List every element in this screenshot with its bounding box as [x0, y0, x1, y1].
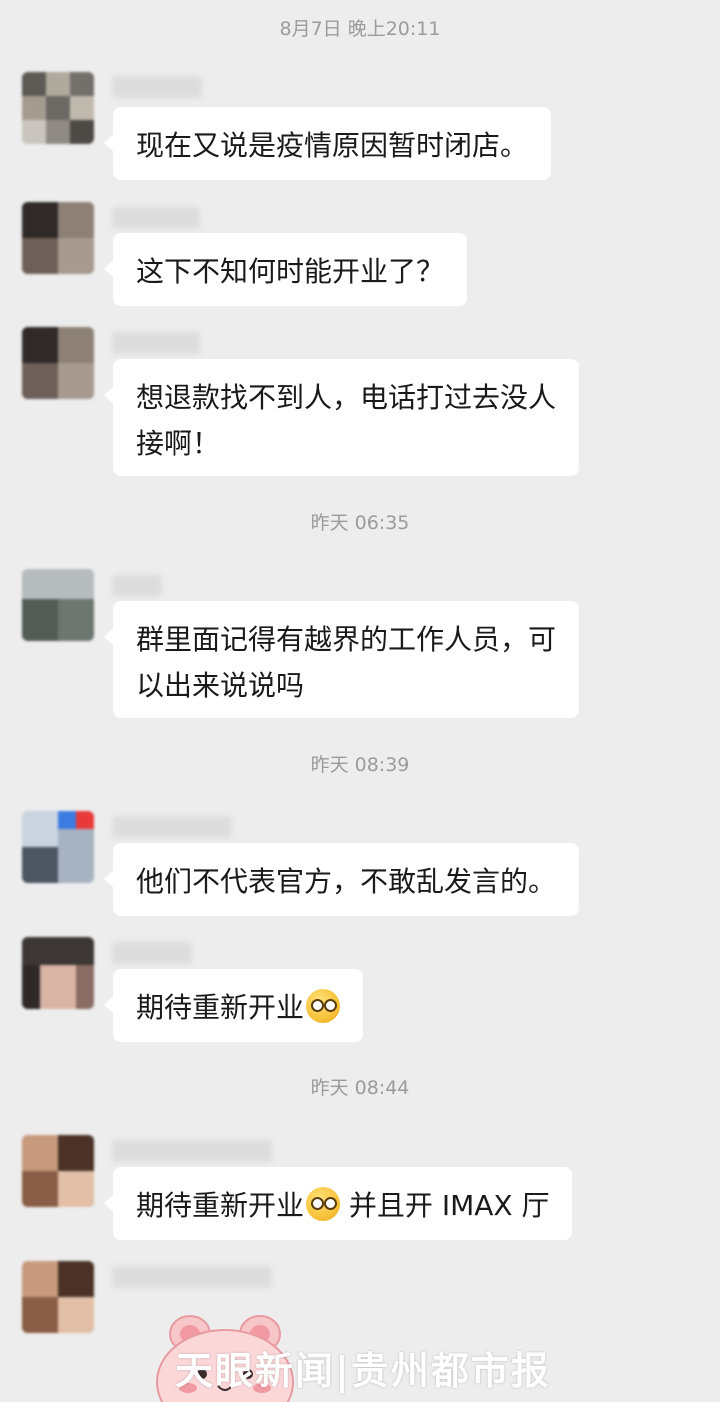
timestamp: 昨天 06:35	[310, 512, 410, 534]
message-bubble[interactable]: 期待重新开业 并且开 IMAX 厅	[103, 1167, 573, 1240]
message-text-line: 接啊！	[136, 427, 221, 460]
message-text: 这下不知何时能开业了？	[136, 255, 445, 288]
message-bubble[interactable]: 期待重新开业	[103, 969, 364, 1042]
avatar[interactable]	[22, 327, 94, 399]
sender-name-blurred	[112, 1266, 272, 1288]
message-text: 他们不代表官方，不敢乱发言的。	[136, 865, 557, 898]
avatar[interactable]	[22, 72, 94, 144]
sender-name-blurred	[112, 1140, 272, 1162]
news-watermark: 天眼新闻|贵州都市报	[175, 1348, 551, 1393]
avatar[interactable]	[22, 569, 94, 641]
timestamp: 8月7日 晚上20:11	[279, 18, 441, 40]
avatar[interactable]	[22, 811, 94, 883]
message-bubble[interactable]: 他们不代表官方，不敢乱发言的。	[103, 843, 580, 916]
grimace-emoji-icon	[306, 1187, 341, 1221]
sender-name-blurred	[112, 942, 192, 964]
timestamp: 昨天 08:39	[310, 754, 410, 776]
avatar[interactable]	[22, 1135, 94, 1207]
sender-name-blurred	[112, 332, 200, 354]
message-text-line: 以出来说说吗	[136, 669, 305, 702]
sender-name-blurred	[112, 575, 162, 597]
message-text-line: 想退款找不到人，电话打过去没人	[136, 381, 557, 414]
message-text-line: 群里面记得有越界的工作人员，可	[136, 623, 557, 656]
avatar[interactable]	[22, 937, 94, 1009]
sender-name-blurred	[112, 76, 202, 98]
chat-window: 8月7日 晚上20:11 现在又说是疫情原因暂时闭店。 这下不知何时能开业了？ …	[0, 0, 720, 1402]
message-text: 期待重新开业	[136, 991, 305, 1024]
avatar[interactable]	[22, 202, 94, 274]
message-bubble[interactable]: 想退款找不到人，电话打过去没人 接啊！	[103, 359, 580, 476]
message-bubble[interactable]: 现在又说是疫情原因暂时闭店。	[103, 107, 552, 180]
message-bubble[interactable]: 群里面记得有越界的工作人员，可 以出来说说吗	[103, 601, 580, 718]
avatar[interactable]	[22, 1261, 94, 1333]
message-text: 期待重新开业	[136, 1189, 305, 1222]
sender-name-blurred	[112, 207, 200, 229]
timestamp: 昨天 08:44	[310, 1077, 410, 1099]
message-text: 并且开 IMAX 厅	[340, 1189, 550, 1222]
message-bubble[interactable]: 这下不知何时能开业了？	[103, 233, 468, 306]
grimace-emoji-icon	[306, 989, 341, 1023]
sender-name-blurred	[112, 816, 232, 838]
message-text: 现在又说是疫情原因暂时闭店。	[136, 129, 529, 162]
